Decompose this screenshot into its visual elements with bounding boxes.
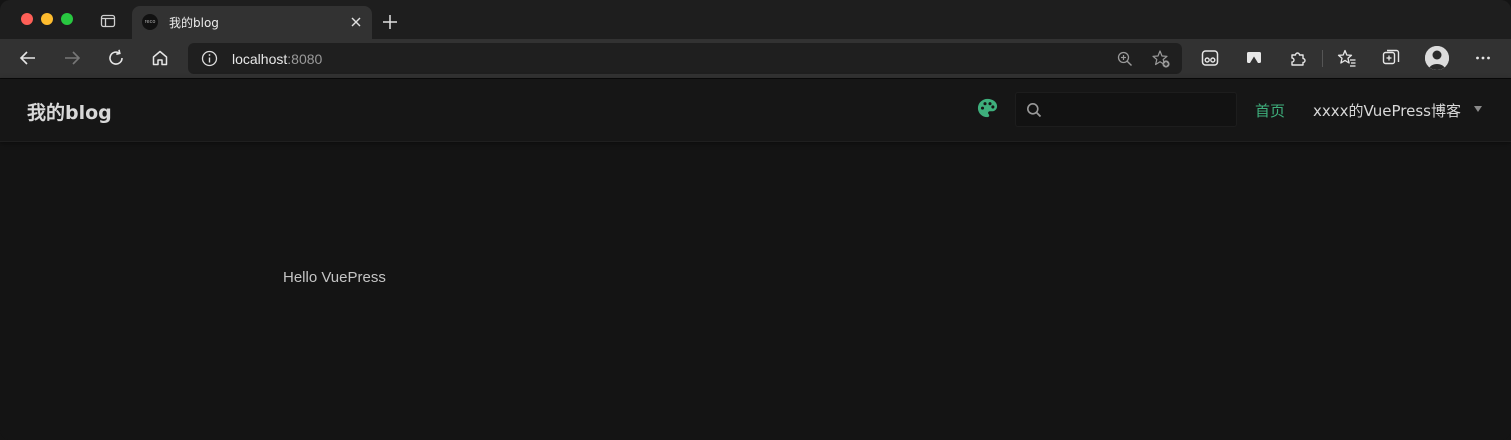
profile-avatar[interactable] (1425, 46, 1449, 70)
back-icon[interactable] (18, 48, 38, 68)
browser-toolbar: localhost:8080 (0, 39, 1511, 79)
address-url[interactable]: localhost:8080 (232, 51, 322, 67)
extensions-puzzle-icon[interactable] (1288, 48, 1308, 68)
tab-actions-icon[interactable] (100, 13, 116, 29)
tab-title: 我的blog (169, 16, 219, 30)
chevron-down-icon[interactable] (1474, 106, 1482, 112)
close-window-button[interactable] (21, 13, 33, 25)
search-input[interactable] (1048, 99, 1232, 123)
tab-strip: reco 我的blog (0, 0, 1511, 39)
address-host: localhost (232, 51, 288, 67)
palette-icon[interactable] (976, 97, 999, 120)
extension-icon[interactable] (1200, 48, 1220, 68)
site-info-icon[interactable] (201, 50, 218, 67)
address-port: :8080 (287, 51, 323, 67)
site-navbar: 我的blog 首页 xxxx的VuePress博客 (0, 79, 1511, 142)
nav-dropdown-blog[interactable]: xxxx的VuePress博客 (1313, 100, 1461, 121)
home-icon[interactable] (150, 48, 170, 68)
browser-tab[interactable]: reco 我的blog (132, 6, 372, 39)
search-icon (1026, 102, 1042, 118)
refresh-icon[interactable] (106, 48, 126, 68)
search-box[interactable] (1015, 92, 1237, 127)
close-icon[interactable] (349, 15, 363, 29)
tab-favicon: reco (142, 14, 158, 30)
maximize-window-button[interactable] (61, 13, 73, 25)
more-options-icon[interactable] (1473, 48, 1493, 68)
page-viewport: 我的blog 首页 xxxx的VuePress博客 Hello VuePress (0, 79, 1511, 440)
address-bar[interactable]: localhost:8080 (188, 43, 1182, 74)
page-content-text: Hello VuePress (283, 269, 386, 286)
zoom-icon[interactable] (1116, 50, 1134, 68)
toolbar-divider (1322, 50, 1323, 67)
forward-icon[interactable] (62, 48, 82, 68)
site-title[interactable]: 我的blog (27, 98, 112, 125)
favorites-icon[interactable] (1337, 48, 1357, 68)
collections-icon[interactable] (1381, 48, 1401, 68)
minimize-window-button[interactable] (41, 13, 53, 25)
reading-view-icon[interactable] (1244, 48, 1264, 68)
add-favorite-icon[interactable] (1151, 49, 1171, 69)
nav-link-home[interactable]: 首页 (1255, 100, 1285, 121)
new-tab-icon[interactable] (382, 14, 398, 30)
browser-window: reco 我的blog localhost:8080 我的blog 首页 xxx… (0, 0, 1511, 440)
